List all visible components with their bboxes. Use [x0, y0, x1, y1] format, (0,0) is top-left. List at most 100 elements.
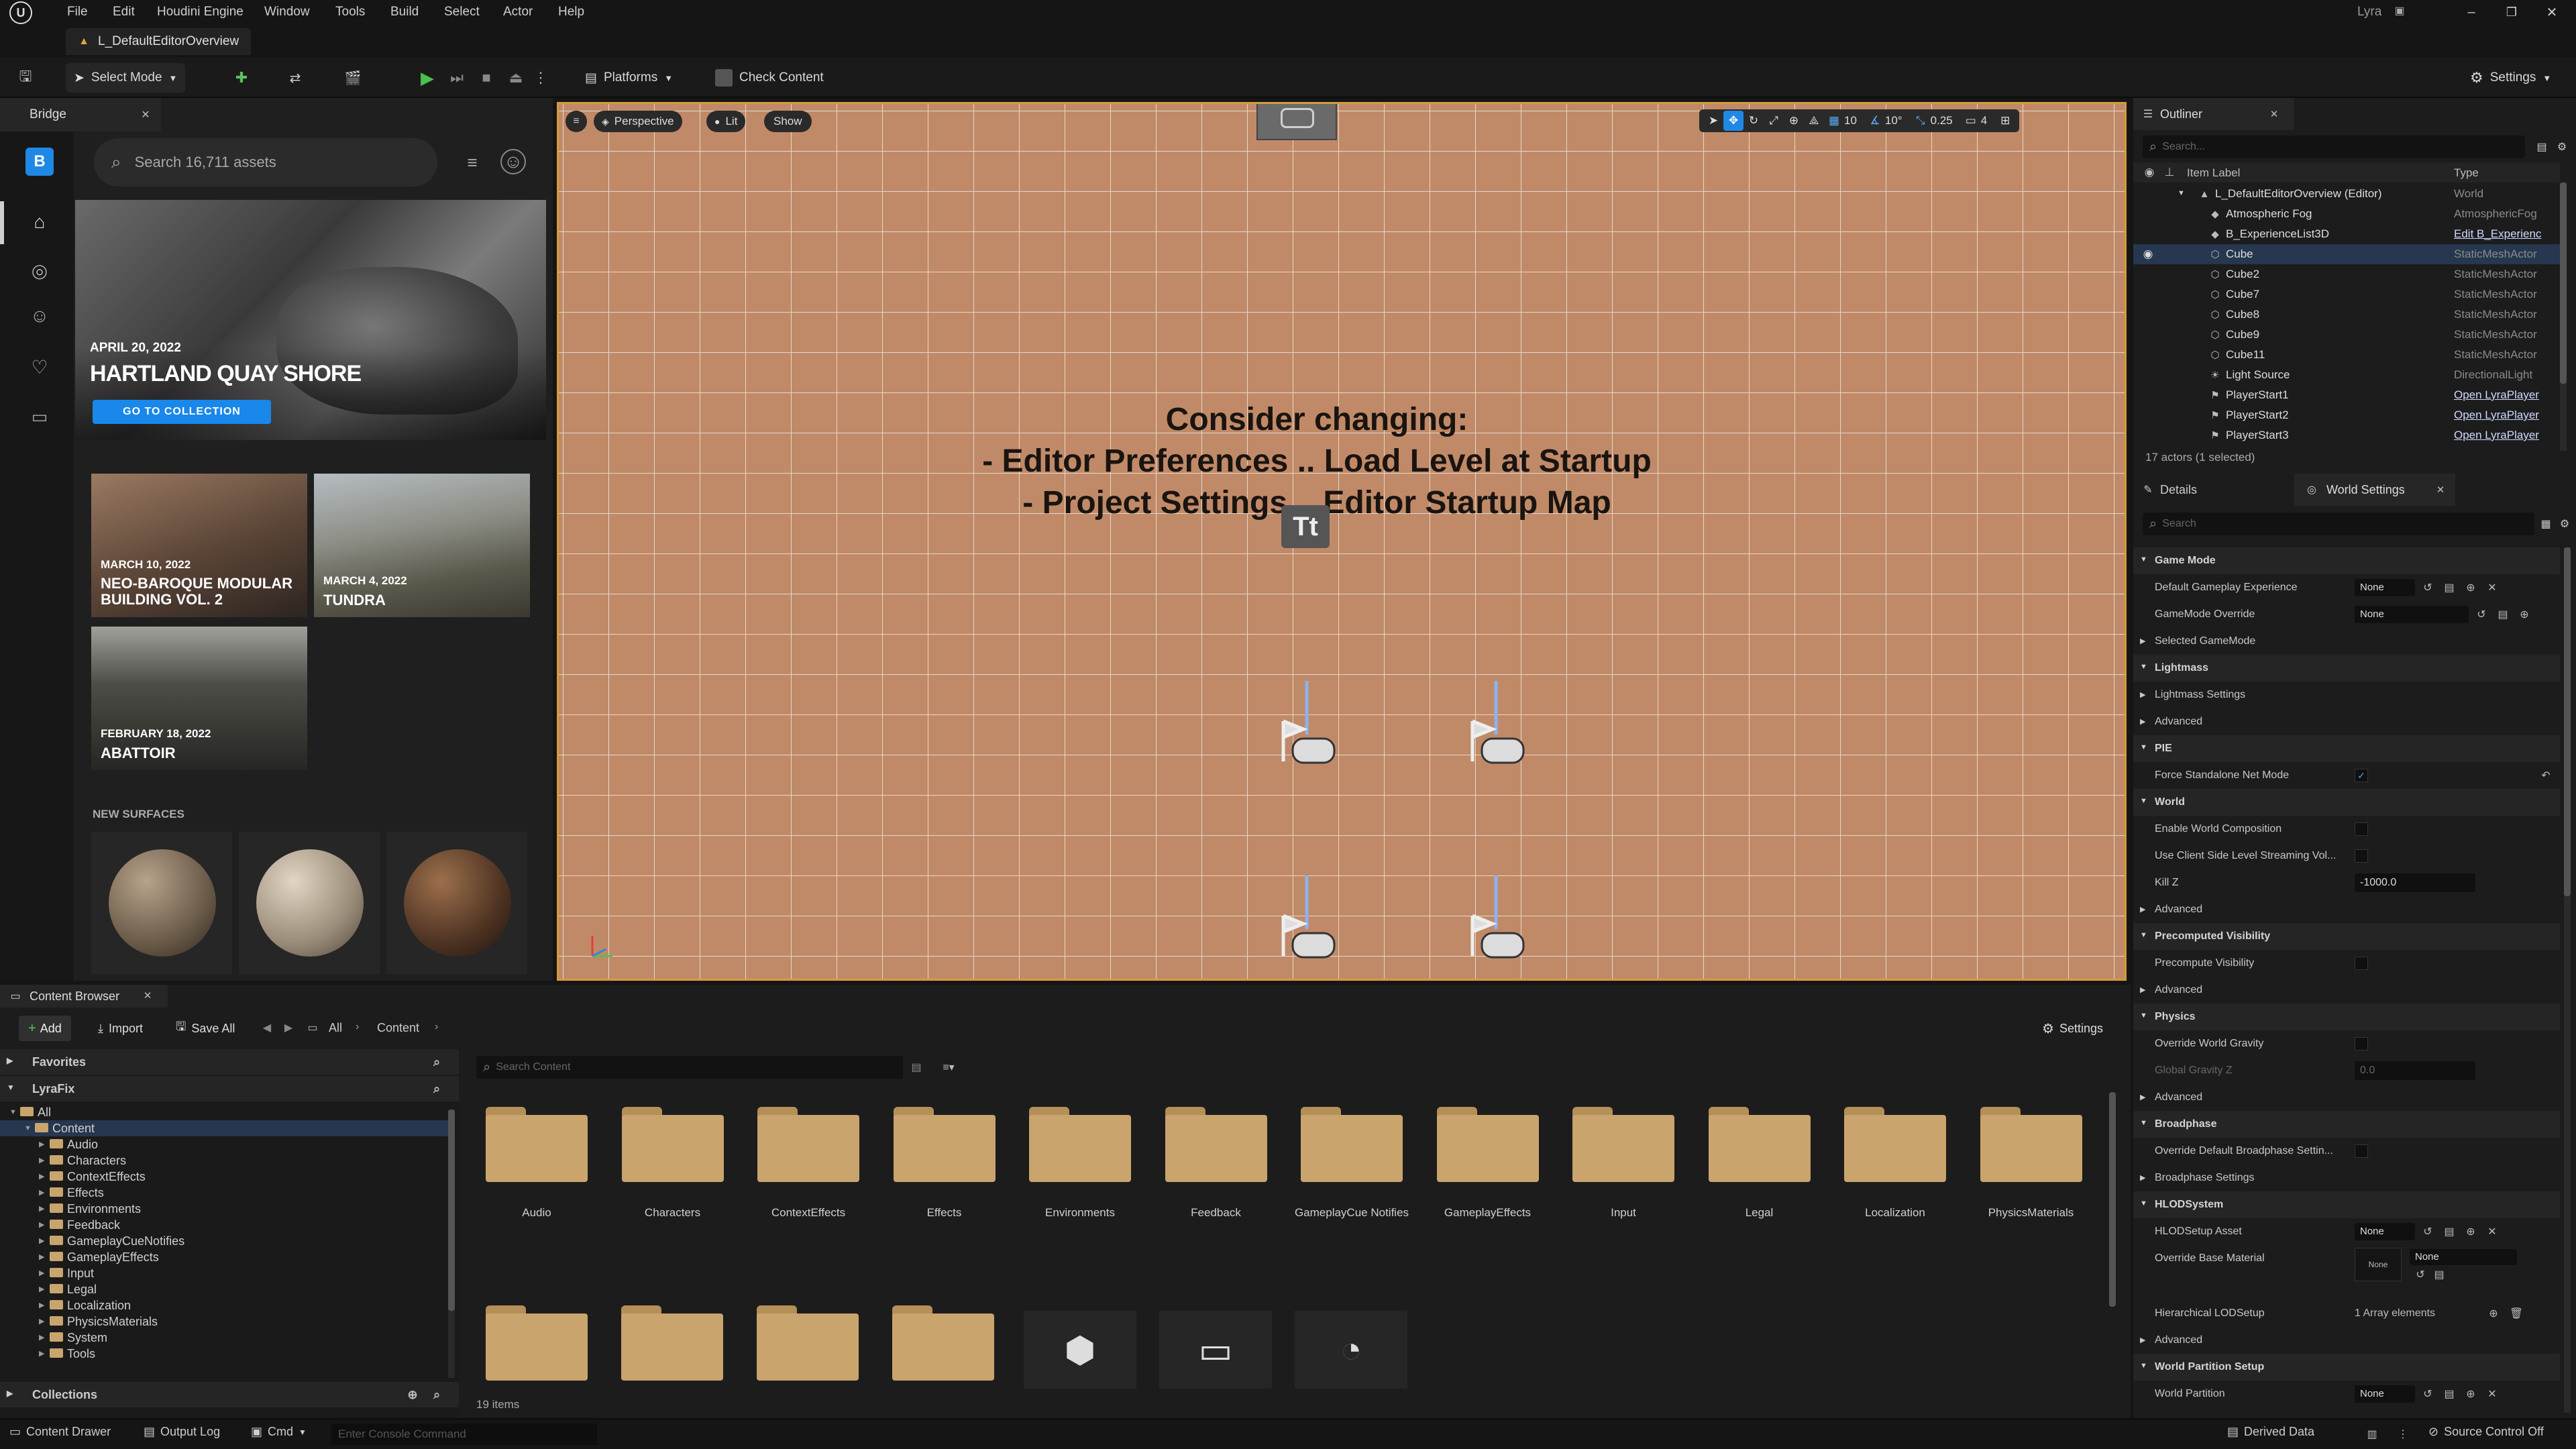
filter-icon[interactable]: ≡	[460, 150, 484, 174]
console-input[interactable]: Enter Console Command	[331, 1424, 597, 1445]
check-content-button[interactable]: Check Content	[707, 63, 832, 93]
trash-icon[interactable]: 🗑	[2509, 1306, 2524, 1321]
checkbox[interactable]	[2355, 849, 2368, 863]
globe-icon[interactable]: ◎	[25, 256, 54, 284]
viewport-menu-icon[interactable]: ≡	[566, 111, 587, 132]
tree-item[interactable]: ▼ Content	[0, 1120, 448, 1136]
grid-snap-icon[interactable]: ▦	[1824, 111, 1844, 131]
lit-button[interactable]: ● Lit	[706, 111, 746, 132]
details-property-row[interactable]: ▶ Lightmass Settings	[2133, 682, 2560, 708]
scrollbar-thumb[interactable]	[2560, 182, 2567, 384]
scale-snap-icon[interactable]: ⤡	[1911, 111, 1931, 131]
chevron-right-icon[interactable]: ▶	[39, 1136, 44, 1152]
asset-dropdown[interactable]: None	[2355, 1223, 2415, 1240]
output-log-button[interactable]: ▤ Output Log	[144, 1425, 220, 1439]
actor-type[interactable]: Open LyraPlayer	[2454, 429, 2559, 442]
chart-icon[interactable]: ▥	[2364, 1425, 2380, 1444]
use-selected-icon[interactable]: ↺	[2474, 607, 2489, 622]
folder-icon[interactable]	[621, 1305, 723, 1383]
tree-item[interactable]: ▶ PhysicsMaterials	[0, 1313, 448, 1330]
camera-speed-icon[interactable]: ▭	[1961, 111, 1981, 131]
tree-scrollbar[interactable]	[448, 1110, 455, 1378]
bridge-tab[interactable]: Bridge ✕	[0, 98, 161, 131]
browse-icon[interactable]: ▤	[2432, 1268, 2446, 1281]
reset-icon[interactable]: ↺	[2414, 1268, 2427, 1281]
menu-help[interactable]: Help	[558, 0, 584, 24]
move-tool-icon[interactable]: ✥	[1723, 111, 1743, 131]
minimize-icon[interactable]: –	[2458, 3, 2485, 21]
outliner-row[interactable]: ▼ ▲ L_DefaultEditorOverview (Editor) World	[2133, 184, 2560, 204]
tree-item[interactable]: ▶ Tools	[0, 1346, 448, 1362]
history-back-icon[interactable]: ◀	[259, 1020, 275, 1036]
outliner-row[interactable]: ⬡ Cube7 StaticMeshActor	[2133, 284, 2560, 305]
outliner-row[interactable]: ◉ ⬡ Cube StaticMeshActor	[2133, 244, 2560, 264]
breadcrumb-all[interactable]: All	[329, 1021, 342, 1035]
level-tab[interactable]: ▲ L_DefaultEditorOverview	[66, 28, 252, 55]
outliner-row[interactable]: ⬡ Cube8 StaticMeshActor	[2133, 305, 2560, 325]
close-tab-icon[interactable]: ✕	[141, 989, 154, 1002]
chevron-right-icon[interactable]: ▶	[39, 1169, 44, 1185]
actor-type[interactable]: Edit B_Experienc	[2454, 227, 2559, 241]
tree-item[interactable]: ▶ Effects	[0, 1185, 448, 1201]
content-search-field[interactable]: ⌕ Search Content	[476, 1056, 903, 1079]
scrollbar-thumb[interactable]	[448, 1110, 455, 1311]
actor-type[interactable]: Open LyraPlayer	[2454, 409, 2559, 422]
outliner-row[interactable]: ⚑ PlayerStart2 Open LyraPlayer	[2133, 405, 2560, 425]
data-asset-icon[interactable]: ◔	[1295, 1311, 1407, 1389]
tree-item[interactable]: ▼ All	[0, 1104, 448, 1120]
cmd-dropdown[interactable]: ▣ Cmd ▼	[251, 1425, 307, 1439]
details-section-header[interactable]: ▼ Physics	[2133, 1004, 2560, 1030]
chevron-right-icon[interactable]: ▶	[39, 1265, 44, 1281]
rotation-snap-icon[interactable]: ∡	[1865, 111, 1885, 131]
show-button[interactable]: Show	[764, 111, 812, 132]
use-selected-icon[interactable]: ↺	[2420, 1224, 2435, 1239]
close-tab-icon[interactable]: ✕	[138, 107, 153, 122]
user-icon[interactable]: ☺	[25, 302, 54, 330]
gear-icon[interactable]: ⚙	[2556, 515, 2573, 533]
tree-item[interactable]: ▶ Legal	[0, 1281, 448, 1297]
outliner-row[interactable]: ◆ Atmospheric Fog AtmosphericFog	[2133, 204, 2560, 224]
close-tab-icon[interactable]: ✕	[2434, 483, 2447, 496]
search-icon[interactable]: ⌕	[429, 1055, 444, 1069]
folder-icon[interactable]	[757, 1107, 859, 1185]
player-start-icon[interactable]	[1466, 681, 1533, 775]
details-section-header[interactable]: ▼ World	[2133, 789, 2560, 816]
more-options-icon[interactable]: ⋮	[533, 67, 548, 89]
clear-icon[interactable]: ✕	[2485, 1387, 2500, 1401]
player-start-icon[interactable]	[1466, 875, 1533, 969]
clear-icon[interactable]: ✕	[2485, 580, 2500, 595]
use-selected-icon[interactable]: ↺	[2420, 580, 2435, 595]
browse-icon[interactable]: ▤	[2442, 580, 2457, 595]
menu-select[interactable]: Select	[444, 0, 480, 24]
outliner-row[interactable]: ⬡ Cube11 StaticMeshActor	[2133, 345, 2560, 365]
experience-asset-icon[interactable]: ▭	[1159, 1311, 1272, 1389]
breadcrumb-content[interactable]: Content	[377, 1021, 419, 1035]
chevron-down-icon[interactable]: ▼	[24, 1120, 32, 1136]
folder-icon[interactable]	[892, 1305, 994, 1383]
menu-tools[interactable]: Tools	[335, 0, 365, 24]
history-forward-icon[interactable]: ▶	[280, 1020, 297, 1036]
outliner-row[interactable]: ⬡ Cube2 StaticMeshActor	[2133, 264, 2560, 284]
stop-icon[interactable]: ■	[475, 67, 498, 89]
reset-to-default-icon[interactable]: ↶	[2538, 768, 2553, 783]
tree-item[interactable]: ▶ Localization	[0, 1297, 448, 1313]
folder-icon[interactable]	[621, 1107, 724, 1185]
blueprint-icon[interactable]: ⇄	[282, 67, 309, 89]
tree-item[interactable]: ▶ System	[0, 1330, 448, 1346]
chevron-right-icon[interactable]: ▶	[39, 1346, 44, 1362]
type-column-header[interactable]: Type	[2454, 166, 2479, 180]
asset-scrollbar[interactable]	[2109, 1092, 2116, 1307]
checkbox[interactable]	[2355, 1037, 2368, 1051]
content-drawer-button[interactable]: ▭ Content Drawer	[9, 1425, 111, 1439]
player-start-icon[interactable]	[1277, 875, 1344, 969]
asset-dropdown[interactable]: None	[2355, 606, 2469, 623]
favorites-header[interactable]: ▶ Favorites ⌕	[0, 1049, 459, 1075]
details-property-row[interactable]: ▶ Advanced	[2133, 1084, 2560, 1111]
save-icon[interactable]: 🖫	[16, 68, 35, 87]
add-icon[interactable]: ⊕	[2463, 580, 2478, 595]
go-to-collection-button[interactable]: GO TO COLLECTION	[93, 400, 271, 424]
material-thumbnail[interactable]: None	[2355, 1248, 2402, 1281]
checkbox[interactable]: ✓	[2355, 769, 2368, 782]
platforms-dropdown[interactable]: ▤ Platforms ▼	[577, 63, 681, 93]
outliner-row[interactable]: ⚑ PlayerStart3 Open LyraPlayer	[2133, 425, 2560, 445]
